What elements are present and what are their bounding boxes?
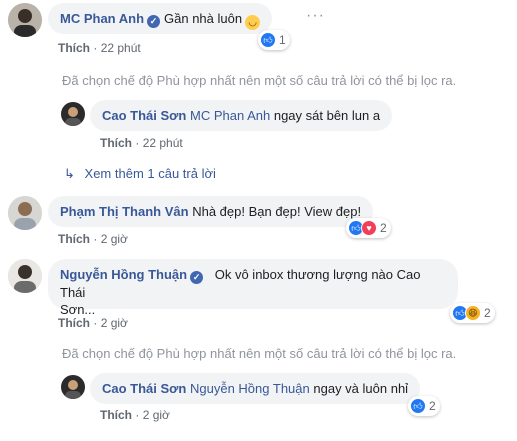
like-button[interactable]: Thích — [100, 136, 132, 150]
comment-author[interactable]: Cao Thái Sơn — [102, 108, 186, 123]
comment-bubble: MC Phan Anh ✓ Gần nhà luôn ◡ — [48, 3, 273, 34]
reaction-summary[interactable]: 👍︎ ♥ 2 — [346, 218, 391, 238]
comment-author[interactable]: MC Phan Anh — [60, 11, 144, 26]
comment-time[interactable]: 2 giờ — [143, 408, 170, 422]
reply-bubble: Cao Thái Sơn Nguyễn Hồng Thuận ngay và l… — [90, 373, 421, 404]
comment-text: Sơn... — [60, 302, 96, 317]
comment-bubble: Phạm Thị Thanh Vân Nhà đẹp! Bạn đẹp! Vie… — [48, 196, 374, 227]
comment-actions: Thích · 22 phút — [100, 136, 183, 150]
reaction-count: 1 — [279, 33, 286, 47]
avatar[interactable] — [61, 375, 85, 399]
comment-time[interactable]: 2 giờ — [101, 316, 128, 330]
reaction-count: 2 — [429, 399, 436, 413]
like-button[interactable]: Thích — [58, 316, 90, 330]
like-button[interactable]: Thích — [58, 232, 90, 246]
comment-author[interactable]: Cao Thái Sơn — [102, 381, 186, 396]
filter-notice: Đã chọn chế độ Phù hợp nhất nên một số c… — [62, 346, 457, 361]
like-button[interactable]: Thích — [100, 408, 132, 422]
avatar[interactable] — [8, 3, 42, 37]
love-reaction-icon: ♥ — [361, 220, 377, 236]
like-reaction-icon: 👍︎ — [260, 32, 276, 48]
comment-actions: Thích · 2 giờ — [58, 232, 128, 246]
reaction-count: 2 — [380, 221, 387, 235]
avatar[interactable] — [8, 196, 42, 230]
comment-time[interactable]: 22 phút — [143, 136, 183, 150]
mention-link[interactable]: MC Phan Anh — [190, 108, 270, 123]
comment-actions: Thích · 2 giờ — [100, 408, 170, 422]
view-more-replies[interactable]: ↳ Xem thêm 1 câu trả lời — [64, 166, 216, 182]
comment-text: ngay và luôn nhỉ — [313, 381, 409, 396]
reaction-summary[interactable]: 👍︎ 1 — [258, 30, 290, 50]
like-reaction-icon: 👍︎ — [410, 398, 426, 414]
comment-actions: Thích · 22 phút — [58, 41, 141, 55]
reaction-count: 2 — [484, 306, 491, 320]
comment-author[interactable]: Phạm Thị Thanh Vân — [60, 204, 189, 219]
avatar[interactable] — [8, 259, 42, 293]
comment-bubble: Nguyễn Hồng Thuận ✓ Ok vô inbox thương lư… — [48, 259, 458, 317]
reply-bubble: Cao Thái Sơn MC Phan Anh ngay sát bên lu… — [90, 100, 393, 131]
comment-actions: Thích · 2 giờ — [58, 316, 128, 330]
comment-text: Nhà đẹp! Bạn đẹp! View đẹp! — [192, 204, 362, 219]
more-options-icon[interactable]: ··· — [306, 7, 325, 25]
verified-badge-icon: ✓ — [147, 15, 161, 28]
comment-author[interactable]: Nguyễn Hồng Thuận — [60, 267, 187, 282]
reaction-summary[interactable]: 👍︎ 2 — [408, 396, 440, 416]
filter-notice: Đã chọn chế độ Phù hợp nhất nên một số c… — [62, 73, 457, 88]
haha-reaction-icon: 😆︎ — [465, 305, 481, 321]
comment-text: ngay sát bên lun a — [273, 108, 381, 123]
mention-link[interactable]: Nguyễn Hồng Thuận — [190, 381, 310, 396]
reply-arrow-icon: ↳ — [64, 166, 75, 181]
comment-text: Gần nhà luôn — [164, 11, 243, 26]
comment-time[interactable]: 22 phút — [101, 41, 141, 55]
comment-time[interactable]: 2 giờ — [101, 232, 128, 246]
reaction-summary[interactable]: 👍︎ 😆︎ 2 — [450, 303, 495, 323]
like-button[interactable]: Thích — [58, 41, 90, 55]
avatar[interactable] — [61, 102, 85, 126]
smiling-face-icon: ◡ — [245, 15, 261, 30]
verified-badge-icon: ✓ — [190, 271, 204, 284]
